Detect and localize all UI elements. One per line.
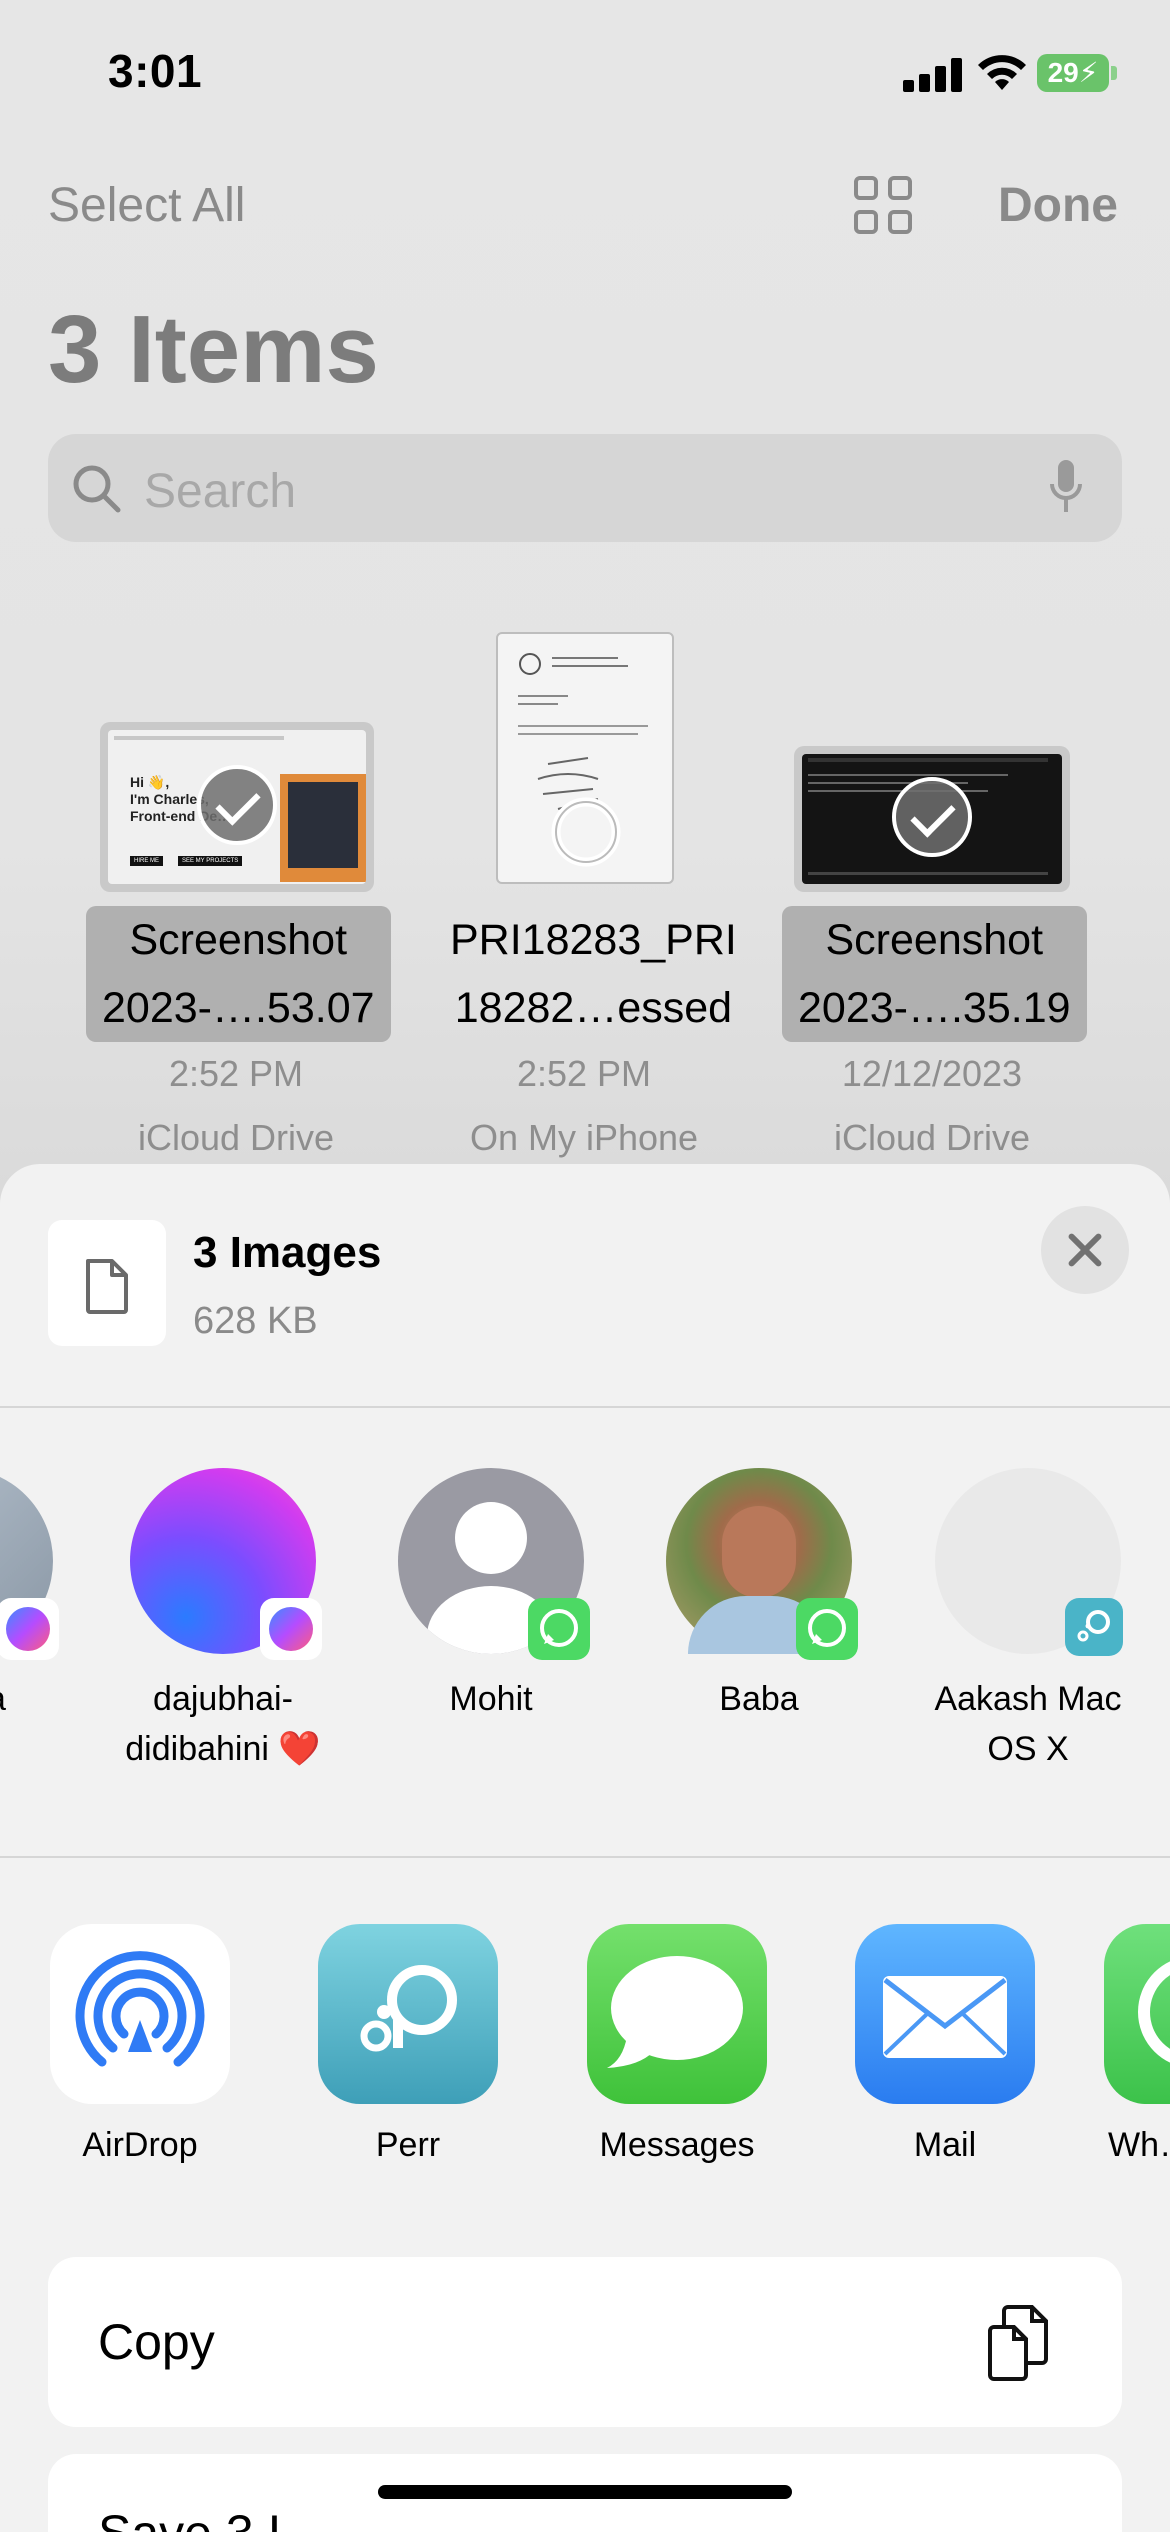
file-time: 12/12/2023 xyxy=(841,1053,1023,1094)
page-title: 3 Items xyxy=(48,296,379,403)
thumb-hire-button: HIRE ME xyxy=(130,856,164,866)
person-name: Mohit xyxy=(449,1680,533,1718)
person-item-aakash[interactable]: Aakash Mac OS X xyxy=(918,1468,1138,1774)
search-bar[interactable]: Search xyxy=(48,434,1122,542)
copy-icon xyxy=(988,2305,1048,2381)
app-label: Wh… xyxy=(1108,2126,1170,2164)
battery-tip xyxy=(1111,66,1117,80)
messenger-icon xyxy=(0,1598,59,1660)
app-perr[interactable]: Perr xyxy=(298,1924,518,2165)
file-thumbnail-1[interactable]: Hi 👋, I'm Charles, Front-end De… HIRE ME… xyxy=(100,722,374,892)
person-item-partial[interactable]: …na xyxy=(0,1468,70,1724)
thumb-projects-button: SEE MY PROJECTS xyxy=(178,856,243,866)
divider xyxy=(0,1406,1170,1408)
file-name-line2: 2023-….53.07 xyxy=(102,984,375,1032)
selected-checkmark-icon xyxy=(197,765,277,845)
file-location: iCloud Drive xyxy=(137,1117,335,1158)
file-time: 2:52 PM xyxy=(516,1053,652,1094)
mail-icon xyxy=(855,1924,1035,2104)
thumb-hi: Hi 👋, xyxy=(130,774,170,790)
selected-checkmark-icon xyxy=(892,777,972,857)
whatsapp-icon xyxy=(1104,1924,1170,2104)
file-name-line1: PRI18283_PRI xyxy=(450,916,737,964)
app-mail[interactable]: Mail xyxy=(835,1924,1055,2165)
file-name: Screenshot 2023-….53.07 xyxy=(86,906,391,1042)
share-preview xyxy=(48,1220,166,1346)
cellular-signal-icon xyxy=(903,58,963,92)
avatar xyxy=(935,1468,1123,1656)
whatsapp-icon xyxy=(796,1598,858,1660)
share-title: 3 Images xyxy=(193,1228,382,1277)
messages-icon xyxy=(587,1924,767,2104)
battery-level: 29 xyxy=(1047,57,1079,88)
file-thumbnail-2[interactable] xyxy=(496,632,674,884)
microphone-icon[interactable] xyxy=(1048,458,1084,518)
done-button[interactable]: Done xyxy=(998,178,1118,233)
search-icon xyxy=(73,465,121,513)
file-item-3[interactable]: Screenshot 2023-….35.19 12/12/2023 iClou… xyxy=(782,906,1087,1170)
file-name-line2: 18282…essed xyxy=(454,984,733,1032)
battery-icon: 29⚡ xyxy=(1037,54,1109,92)
person-name: Baba xyxy=(719,1680,799,1718)
file-location: On My iPhone xyxy=(469,1117,699,1158)
file-name: PRI18283_PRI 18282…essed xyxy=(434,906,753,1042)
person-item-mohit[interactable]: Mohit xyxy=(381,1468,601,1724)
person-item-baba[interactable]: Baba xyxy=(649,1468,869,1724)
file-location: iCloud Drive xyxy=(833,1117,1031,1158)
document-icon xyxy=(86,1259,128,1314)
photo-face xyxy=(722,1506,796,1598)
wifi-icon xyxy=(978,55,1026,90)
save-label: Save 3 I… xyxy=(98,2504,331,2532)
whatsapp-icon xyxy=(528,1598,590,1660)
files-background: 3:01 29⚡ Select All Done 3 Items Search xyxy=(0,0,1170,1200)
app-airdrop[interactable]: AirDrop xyxy=(30,1924,250,2165)
app-label: Perr xyxy=(375,2126,441,2164)
avatar xyxy=(0,1468,59,1660)
file-item-2[interactable]: PRI18283_PRI 18282…essed 2:52 PM On My i… xyxy=(434,906,737,1170)
file-name-line1: Screenshot xyxy=(129,916,348,964)
share-size: 628 KB xyxy=(193,1300,318,1342)
search-input[interactable]: Search xyxy=(144,464,296,519)
select-all-button[interactable]: Select All xyxy=(48,178,245,233)
avatar xyxy=(130,1468,322,1660)
app-whatsapp-partial[interactable]: Wh… xyxy=(1104,1924,1170,2165)
airdrop-icon xyxy=(50,1924,230,2104)
messenger-icon xyxy=(260,1598,322,1660)
home-indicator[interactable] xyxy=(378,2485,792,2499)
status-time: 3:01 xyxy=(108,45,203,97)
file-name-line2: 2023-….35.19 xyxy=(798,984,1071,1032)
close-button[interactable] xyxy=(1041,1206,1129,1294)
copy-label: Copy xyxy=(98,2314,215,2370)
share-sheet: 3 Images 628 KB …na dajubhai-didibahini … xyxy=(0,1164,1170,2532)
file-thumbnail-3[interactable] xyxy=(794,746,1070,892)
app-messages[interactable]: Messages xyxy=(567,1924,787,2165)
file-time: 2:52 PM xyxy=(168,1053,304,1094)
file-item-1[interactable]: Screenshot 2023-….53.07 2:52 PM iCloud D… xyxy=(86,906,391,1170)
file-name-line1: Screenshot xyxy=(825,916,1044,964)
app-label: Messages xyxy=(599,2126,755,2164)
person-name: …na xyxy=(0,1674,70,1724)
app-label: AirDrop xyxy=(82,2126,198,2164)
copy-action[interactable]: Copy xyxy=(48,2257,1122,2427)
person-name: dajubhai-didibahini ❤️ xyxy=(125,1680,321,1768)
person-item-dajubhai[interactable]: dajubhai-didibahini ❤️ xyxy=(113,1468,333,1774)
perr-icon xyxy=(318,1924,498,2104)
document-scan-graphic xyxy=(518,653,648,867)
divider xyxy=(0,1856,1170,1858)
perr-icon xyxy=(1065,1598,1123,1656)
grid-view-icon[interactable] xyxy=(854,176,914,236)
file-name: Screenshot 2023-….35.19 xyxy=(782,906,1087,1042)
avatar xyxy=(666,1468,858,1660)
app-label: Mail xyxy=(913,2126,977,2164)
avatar xyxy=(398,1468,590,1660)
person-name: Aakash Mac OS X xyxy=(934,1680,1122,1768)
